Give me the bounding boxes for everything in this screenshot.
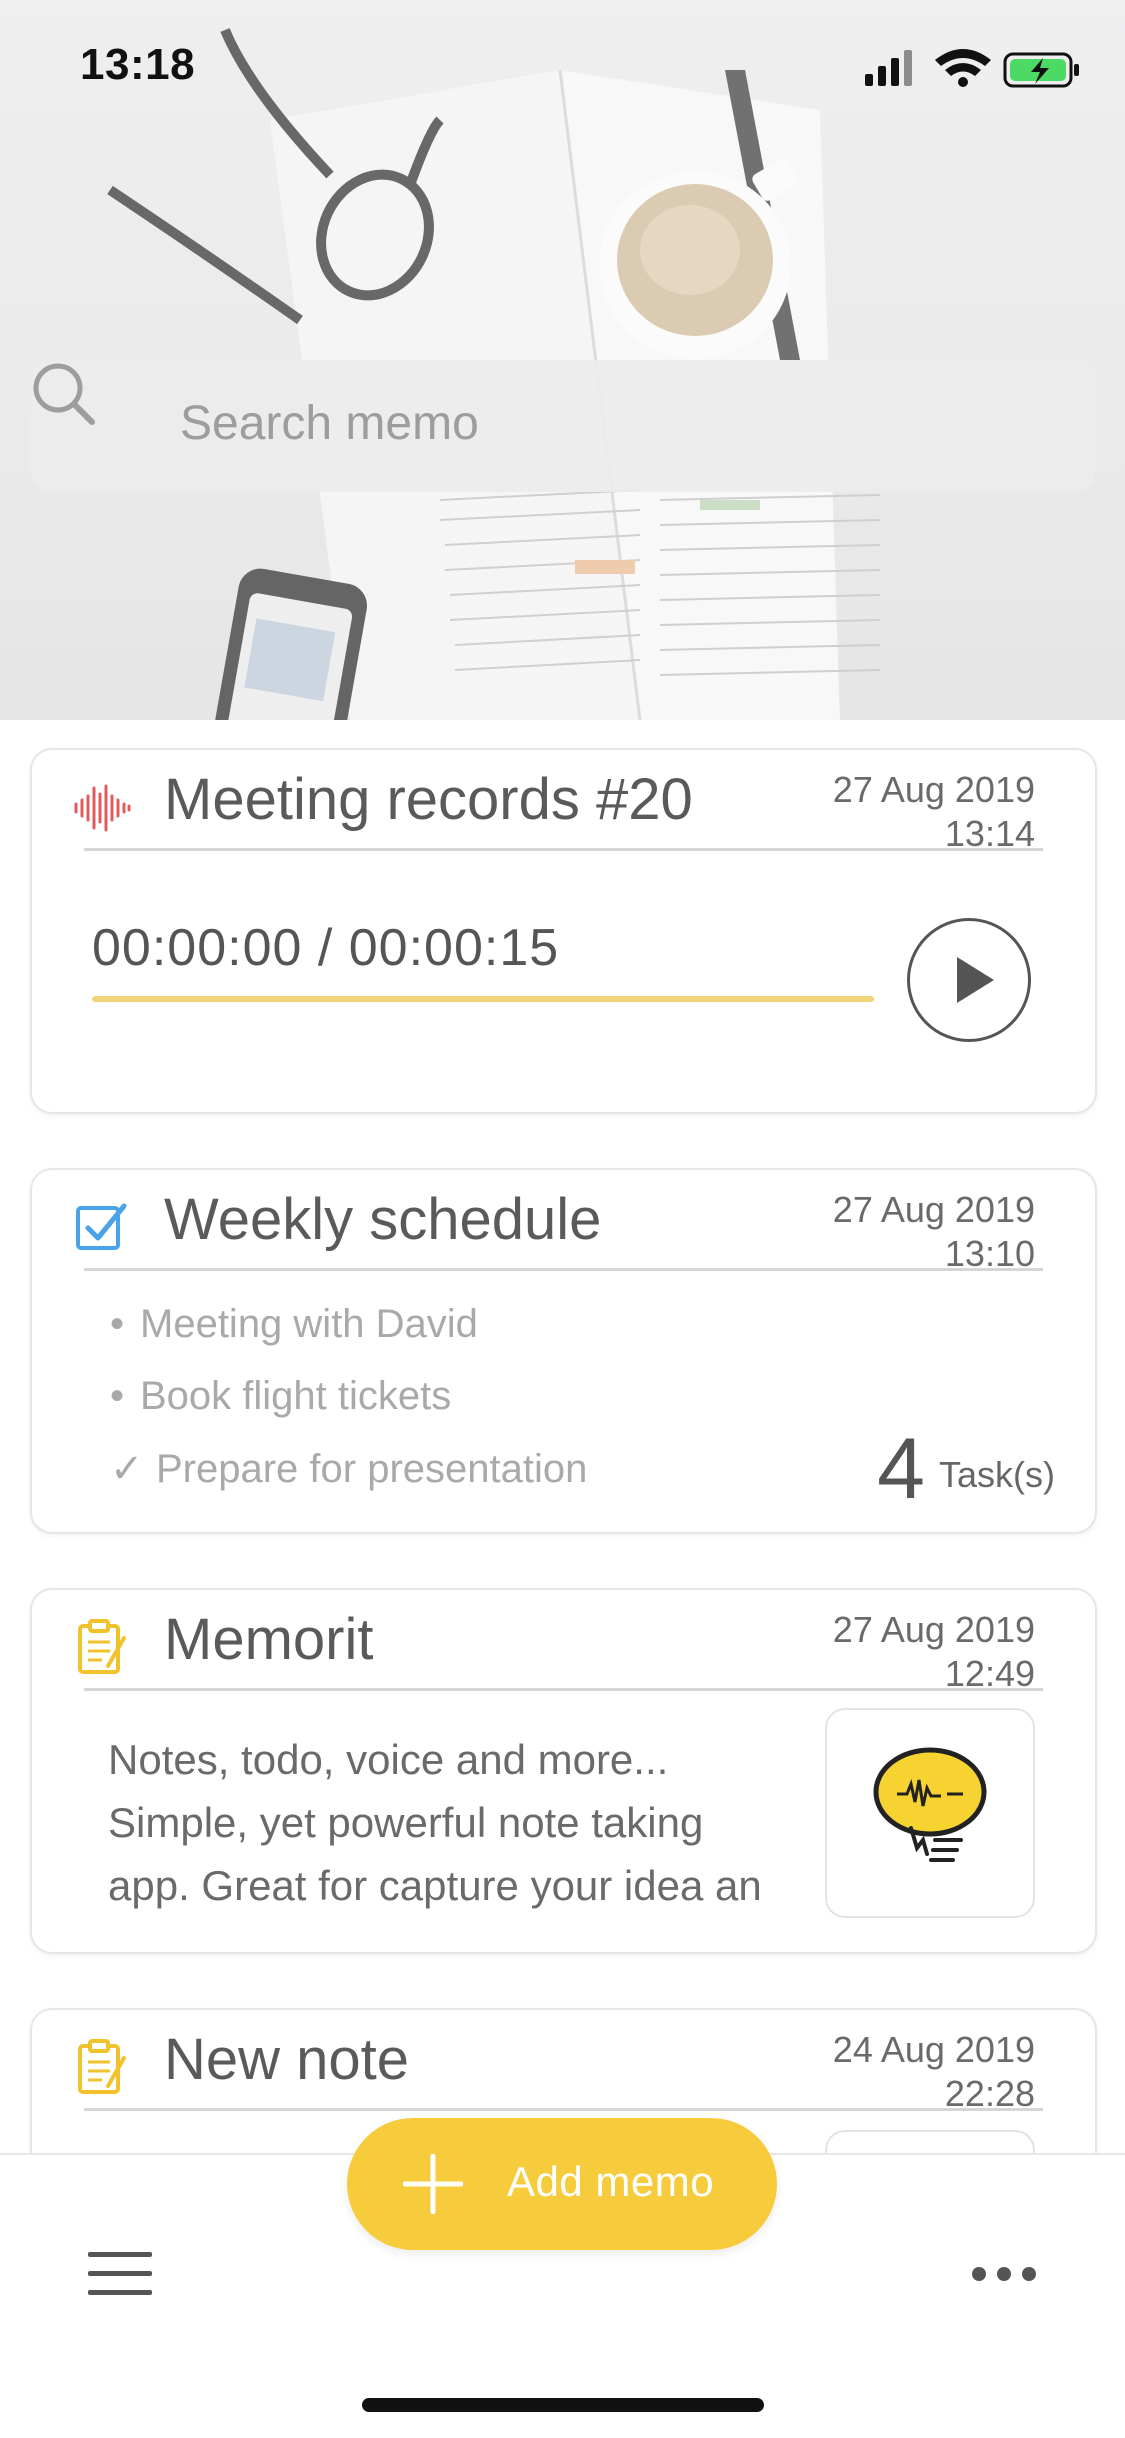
divider bbox=[84, 1268, 1043, 1271]
note-icon bbox=[78, 2039, 126, 2094]
memo-card-note[interactable]: Memorit 27 Aug 2019 12:49 Notes, todo, v… bbox=[30, 1588, 1097, 1954]
memo-body-line: Notes, todo, voice and more... bbox=[108, 1736, 669, 1783]
waveform-icon bbox=[74, 784, 131, 832]
memo-date: 27 Aug 2019 bbox=[832, 1189, 1035, 1230]
search-bar[interactable]: Search memo bbox=[30, 360, 1095, 492]
status-time: 13:18 bbox=[80, 40, 196, 89]
memo-date: 24 Aug 2019 bbox=[832, 2029, 1035, 2070]
checkbox-icon bbox=[76, 1203, 127, 1250]
play-button[interactable] bbox=[907, 918, 1031, 1042]
memo-title: Weekly schedule bbox=[164, 1187, 602, 1252]
home-indicator[interactable] bbox=[362, 2398, 764, 2412]
add-memo-button[interactable]: Add memo bbox=[347, 2118, 777, 2250]
audio-progress-text: 00:00:00 / 00:00:15 bbox=[92, 919, 560, 977]
memo-timestamp: 27 Aug 2019 12:49 bbox=[775, 1608, 1035, 1696]
status-icons bbox=[865, 46, 1085, 90]
memo-body: Notes, todo, voice and more... Simple, y… bbox=[108, 1728, 808, 1917]
memo-thumbnail[interactable] bbox=[825, 1708, 1035, 1918]
memo-timestamp: 24 Aug 2019 22:28 bbox=[775, 2028, 1035, 2116]
check-icon: ✓ bbox=[110, 1447, 144, 1491]
memo-card-voice[interactable]: Meeting records #20 27 Aug 2019 13:14 00… bbox=[30, 748, 1097, 1114]
memorit-logo-icon bbox=[873, 1747, 987, 1862]
play-icon bbox=[957, 957, 994, 1003]
task-item: • Meeting with David bbox=[110, 1302, 478, 1347]
memo-date: 27 Aug 2019 bbox=[832, 769, 1035, 810]
task-item: • Book flight tickets bbox=[110, 1374, 451, 1419]
memo-title: New note bbox=[164, 2027, 410, 2092]
memo-title: Memorit bbox=[164, 1607, 374, 1672]
header-hero-image: 13:18 Search memo bbox=[0, 0, 1125, 720]
memo-body-line: app. Great for capture your idea an bbox=[108, 1862, 762, 1909]
search-input[interactable]: Search memo bbox=[180, 396, 479, 451]
memo-timestamp: 27 Aug 2019 13:10 bbox=[775, 1188, 1035, 1276]
divider bbox=[84, 1688, 1043, 1691]
divider bbox=[84, 2108, 1043, 2111]
task-count-label: Task(s) bbox=[939, 1454, 1055, 1495]
task-item-done: ✓ Prepare for presentation bbox=[110, 1446, 587, 1492]
task-text: Prepare for presentation bbox=[156, 1447, 588, 1491]
more-dots-icon[interactable] bbox=[971, 2266, 1037, 2282]
bullet-icon: • bbox=[110, 1302, 125, 1346]
divider bbox=[84, 848, 1043, 851]
task-text: Book flight tickets bbox=[140, 1374, 452, 1418]
task-count: 4 bbox=[877, 1421, 925, 1517]
memo-timestamp: 27 Aug 2019 13:14 bbox=[775, 768, 1035, 856]
wifi-icon bbox=[935, 49, 991, 87]
plus-icon bbox=[403, 2154, 463, 2214]
memo-date: 27 Aug 2019 bbox=[832, 1609, 1035, 1650]
hamburger-menu-icon[interactable] bbox=[88, 2252, 152, 2296]
bullet-icon: • bbox=[110, 1374, 125, 1418]
battery-charging-icon bbox=[1003, 52, 1079, 88]
search-icon bbox=[33, 363, 95, 425]
audio-progress-bar[interactable] bbox=[92, 996, 874, 1002]
memo-body-line: Simple, yet powerful note taking bbox=[108, 1799, 704, 1846]
memo-title: Meeting records #20 bbox=[164, 767, 693, 832]
task-text: Meeting with David bbox=[140, 1302, 478, 1346]
memo-card-todo[interactable]: Weekly schedule 27 Aug 2019 13:10 • Meeti… bbox=[30, 1168, 1097, 1534]
note-icon bbox=[78, 1619, 126, 1674]
cellular-signal-icon bbox=[865, 50, 912, 86]
add-memo-label: Add memo bbox=[507, 2158, 715, 2205]
